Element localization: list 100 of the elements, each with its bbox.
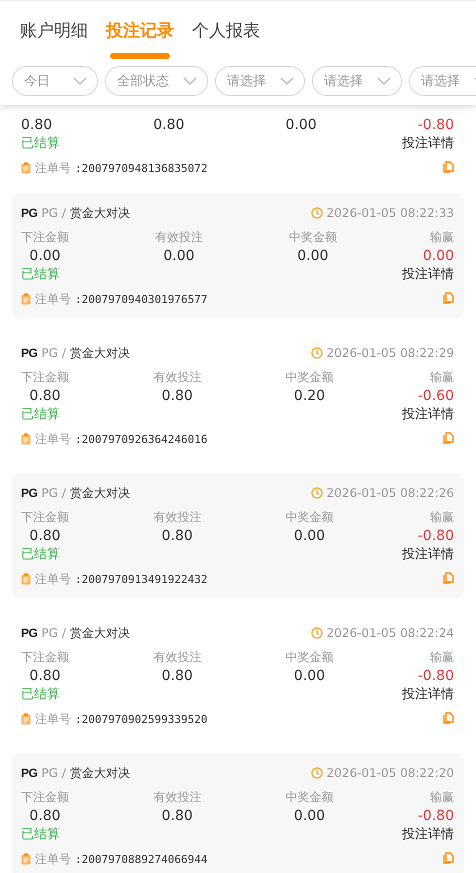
column-label: 输赢 — [430, 369, 454, 386]
amount-value: 0.80 — [162, 527, 193, 546]
chevron-down-icon — [73, 77, 87, 85]
column-label: 中奖金额 — [286, 369, 334, 386]
separator: / — [62, 486, 66, 500]
order-label: 注单号 — [35, 430, 71, 448]
game-name: 赏金大对决 — [70, 204, 130, 222]
column-label: 下注金额 — [21, 649, 69, 666]
tab[interactable]: 账户明细 — [20, 17, 88, 49]
clock-icon — [310, 487, 323, 499]
column-label: 输赢 — [430, 509, 454, 526]
order-label: 注单号 — [35, 710, 71, 728]
column-label: 输赢 — [430, 229, 454, 246]
bet-detail-link[interactable]: 投注详情 — [402, 546, 454, 564]
chevron-down-icon — [183, 77, 197, 85]
order-label: 注单号 — [35, 290, 71, 308]
clipboard-icon — [21, 433, 31, 445]
chevron-down-icon — [280, 77, 294, 85]
bet-time: 2026-01-05 08:22:33 — [326, 206, 454, 220]
clipboard-icon — [21, 573, 31, 585]
status-text: 已结算 — [21, 826, 60, 844]
amount-value: -0.80 — [418, 116, 454, 135]
amount-value: 0.80 — [162, 807, 193, 826]
column-label: 输赢 — [430, 649, 454, 666]
status-text: 已结算 — [21, 266, 60, 284]
filter-label: 请选择 — [324, 73, 363, 90]
copy-icon[interactable] — [443, 292, 454, 304]
amount-value: -0.60 — [418, 387, 454, 406]
amount-value: -0.80 — [418, 667, 454, 686]
column-label: 输赢 — [430, 789, 454, 806]
separator: / — [62, 626, 66, 640]
filter-label: 今日 — [24, 73, 50, 90]
column-label: 下注金额 — [21, 369, 69, 386]
clipboard-icon — [21, 293, 31, 305]
order-number: :2007970926364246016 — [75, 432, 208, 446]
column-label: 有效投注 — [153, 649, 202, 666]
column-label: 下注金额 — [21, 229, 69, 246]
column-label: 中奖金额 — [286, 649, 334, 666]
chevron-down-icon — [377, 77, 391, 85]
amount-value: 0.80 — [162, 667, 193, 686]
game-name: 赏金大对决 — [70, 484, 130, 502]
separator: / — [62, 346, 66, 360]
status-text: 已结算 — [21, 406, 60, 424]
filter-label: 全部状态 — [117, 73, 169, 90]
bet-time: 2026-01-05 08:22:20 — [326, 766, 454, 780]
order-label: 注单号 — [35, 160, 71, 176]
clock-icon — [310, 207, 323, 219]
amount-value: 0.00 — [29, 247, 61, 266]
amount-value: 0.00 — [294, 807, 326, 826]
separator: / — [62, 766, 66, 780]
bet-time: 2026-01-05 08:22:26 — [326, 486, 454, 500]
clock-icon — [310, 627, 323, 639]
game-name: 赏金大对决 — [70, 764, 130, 782]
order-number: :2007970913491922432 — [75, 572, 208, 586]
provider-name: PG — [41, 346, 58, 360]
amount-value: 0.80 — [21, 116, 52, 135]
amount-value: 0.00 — [163, 247, 195, 266]
amount-value: 0.20 — [294, 387, 326, 406]
copy-icon[interactable] — [443, 852, 454, 864]
status-text: 已结算 — [21, 686, 60, 704]
clipboard-icon — [21, 162, 31, 174]
clipboard-icon — [21, 713, 31, 725]
clock-icon — [310, 767, 323, 779]
copy-icon[interactable] — [443, 712, 454, 724]
amount-value: 0.80 — [162, 387, 193, 406]
amount-value: 0.00 — [294, 527, 326, 546]
column-label: 有效投注 — [153, 369, 202, 386]
provider-name: PG — [41, 766, 58, 780]
copy-icon[interactable] — [443, 160, 454, 172]
clipboard-icon — [21, 853, 31, 865]
amount-value: 0.00 — [297, 247, 328, 266]
copy-icon[interactable] — [443, 572, 454, 584]
game-name: 赏金大对决 — [70, 624, 130, 642]
game-name: 赏金大对决 — [70, 344, 130, 362]
amount-value: 0.80 — [29, 667, 61, 686]
amount-value: -0.80 — [418, 527, 454, 546]
provider-name: PG — [41, 206, 58, 220]
provider-logo: PG — [21, 206, 38, 220]
order-number: :2007970902599339520 — [75, 712, 208, 726]
bet-detail-link[interactable]: 投注详情 — [402, 406, 454, 424]
amount-value: -0.80 — [418, 807, 454, 826]
bet-detail-link[interactable]: 投注详情 — [402, 135, 454, 153]
provider-logo: PG — [21, 626, 38, 640]
bet-detail-link[interactable]: 投注详情 — [402, 826, 454, 844]
bet-detail-link[interactable]: 投注详情 — [402, 266, 454, 284]
amount-value: 0.80 — [29, 807, 61, 826]
provider-logo: PG — [21, 486, 38, 500]
order-number: :2007970940301976577 — [75, 292, 208, 306]
bet-detail-link[interactable]: 投注详情 — [402, 686, 454, 704]
amount-value: 0.00 — [422, 247, 454, 266]
column-label: 中奖金额 — [286, 789, 334, 806]
amount-value: 0.80 — [153, 116, 184, 135]
provider-name: PG — [41, 486, 58, 500]
tab[interactable]: 个人报表 — [192, 17, 260, 49]
status-text: 已结算 — [21, 546, 60, 564]
copy-icon[interactable] — [443, 432, 454, 444]
column-label: 下注金额 — [21, 789, 69, 806]
amount-value: 0.80 — [29, 387, 61, 406]
clock-icon — [310, 347, 323, 359]
column-label: 中奖金额 — [288, 229, 337, 246]
